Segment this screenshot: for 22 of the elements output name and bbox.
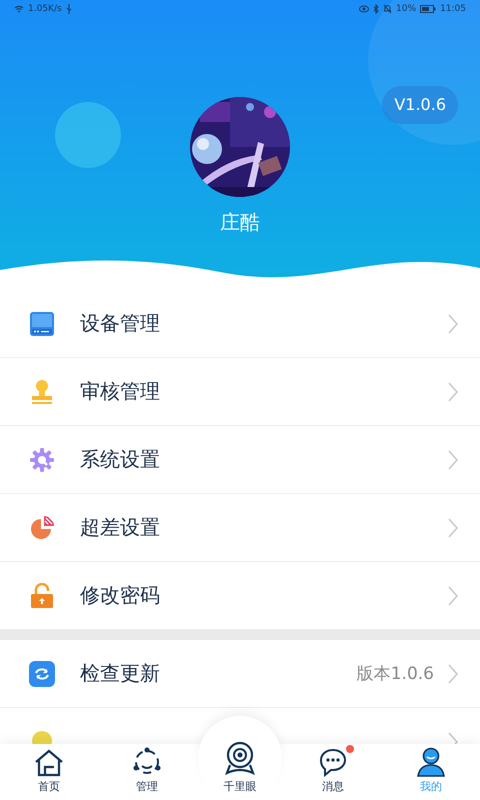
user-name: 庄酷 bbox=[220, 209, 260, 235]
tab-item[interactable]: 消息 bbox=[284, 744, 382, 800]
menu-item[interactable]: 审核管理 bbox=[0, 358, 480, 426]
tab-item[interactable]: 千里眼 bbox=[198, 716, 282, 800]
menu-item[interactable]: 超差设置 bbox=[0, 494, 480, 562]
menu-label: 审核管理 bbox=[80, 378, 161, 405]
tab-item[interactable]: 首页 bbox=[0, 744, 98, 800]
menu-label: 设备管理 bbox=[80, 310, 161, 337]
menu-label: 修改密码 bbox=[80, 582, 161, 609]
battery-percent: 10% bbox=[396, 4, 416, 14]
version-badge: V1.0.6 bbox=[382, 86, 458, 124]
menu-item[interactable]: 系统设置 bbox=[0, 426, 480, 494]
version-value: 版本1.0.6 bbox=[356, 663, 434, 685]
menu-label: 检查更新 bbox=[80, 660, 161, 687]
menu-label: 超差设置 bbox=[80, 514, 161, 541]
menu-item[interactable]: 检查更新 版本1.0.6 bbox=[0, 640, 480, 708]
clock: 11:05 bbox=[440, 4, 466, 14]
tab-item[interactable]: 管理 bbox=[98, 744, 196, 800]
menu-item[interactable]: 修改密码 bbox=[0, 562, 480, 630]
network-speed: 1.05K/s bbox=[28, 4, 62, 14]
menu-item[interactable]: 设备管理 bbox=[0, 290, 480, 358]
menu-label: 系统设置 bbox=[80, 446, 161, 473]
